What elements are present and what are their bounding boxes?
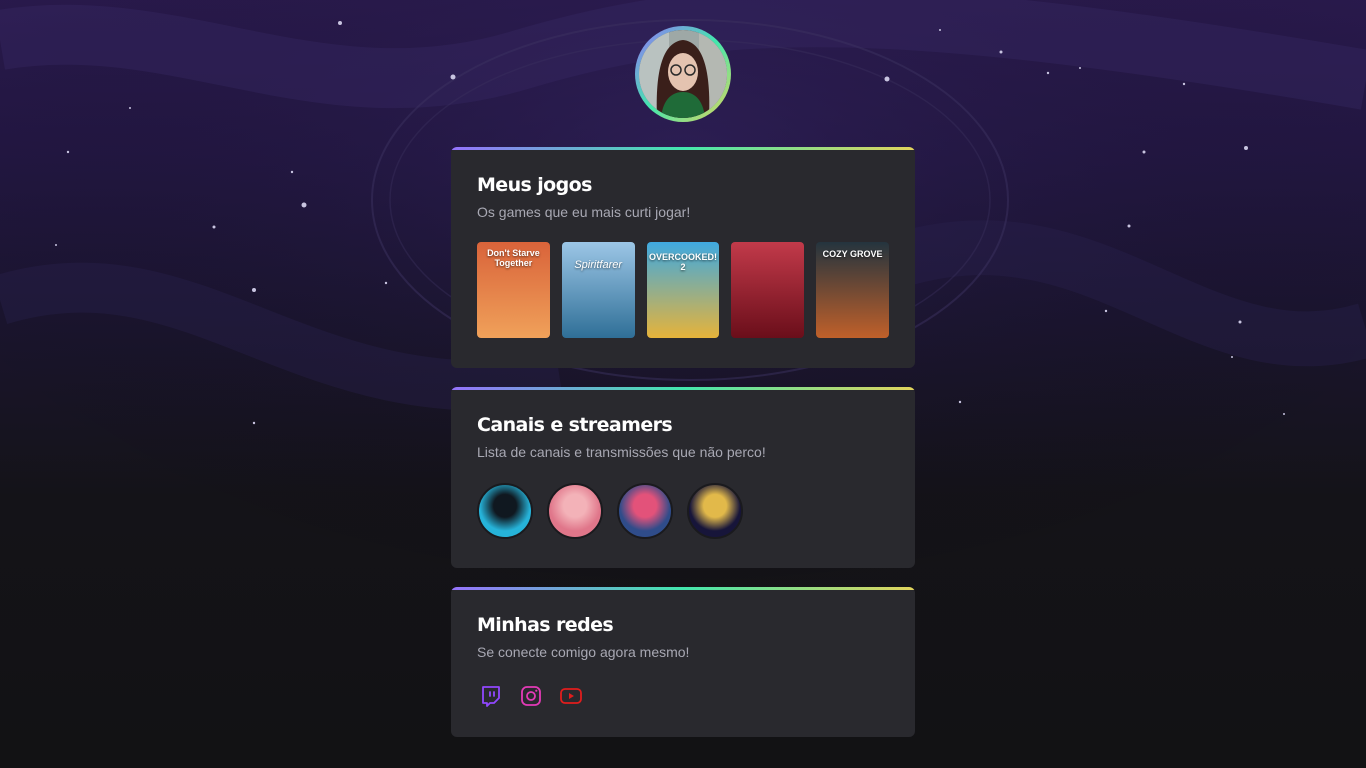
youtube-icon bbox=[560, 688, 582, 704]
socials-title: Minhas redes bbox=[477, 614, 614, 636]
games-subtitle: Os games que eu mais curti jogar! bbox=[477, 204, 691, 220]
game-cover-overcooked-2[interactable]: OVERCOOKED! 2 bbox=[646, 242, 720, 338]
instagram-link[interactable] bbox=[519, 684, 543, 708]
game-cover-label: Don't Starve Together bbox=[487, 248, 540, 268]
instagram-icon bbox=[521, 686, 541, 706]
profile-photo-illustration bbox=[639, 30, 727, 118]
socials-card: Minhas redes Se conecte comigo agora mes… bbox=[451, 587, 915, 737]
games-title: Meus jogos bbox=[477, 174, 592, 196]
channels-title: Canais e streamers bbox=[477, 414, 673, 436]
page: { "profile": { "avatar_alt": "Foto de pe… bbox=[0, 0, 1366, 768]
channels-subtitle: Lista de canais e transmissões que não p… bbox=[477, 444, 766, 460]
channel-avatar-2[interactable] bbox=[547, 483, 603, 539]
channels-list bbox=[477, 483, 889, 539]
socials-list bbox=[477, 684, 889, 708]
youtube-link[interactable] bbox=[559, 684, 583, 708]
game-cover-label: OVERCOOKED! 2 bbox=[648, 252, 717, 272]
twitch-icon bbox=[482, 686, 500, 707]
channels-card: Canais e streamers Lista de canais e tra… bbox=[451, 387, 915, 568]
twitch-link[interactable] bbox=[479, 684, 503, 708]
game-cover-dont-starve[interactable]: Don't Starve Together bbox=[477, 242, 550, 338]
games-list: Don't Starve Together Spiritfarer OVERCO… bbox=[477, 242, 889, 338]
channel-avatar-4[interactable] bbox=[687, 483, 743, 539]
channel-avatar-3[interactable] bbox=[617, 483, 673, 539]
game-cover-gris[interactable] bbox=[731, 242, 805, 338]
game-cover-label: Spiritfarer bbox=[574, 259, 623, 271]
games-card: Meus jogos Os games que eu mais curti jo… bbox=[451, 147, 915, 368]
game-cover-spiritfarer[interactable]: Spiritfarer bbox=[561, 242, 635, 338]
game-cover-cozy-grove[interactable]: COZY GROVE bbox=[816, 242, 889, 338]
socials-subtitle: Se conecte comigo agora mesmo! bbox=[477, 644, 690, 660]
channel-avatar-magnum[interactable] bbox=[477, 483, 533, 539]
profile-avatar bbox=[635, 26, 731, 122]
profile-photo bbox=[639, 30, 727, 118]
game-cover-label: COZY GROVE bbox=[822, 249, 883, 259]
